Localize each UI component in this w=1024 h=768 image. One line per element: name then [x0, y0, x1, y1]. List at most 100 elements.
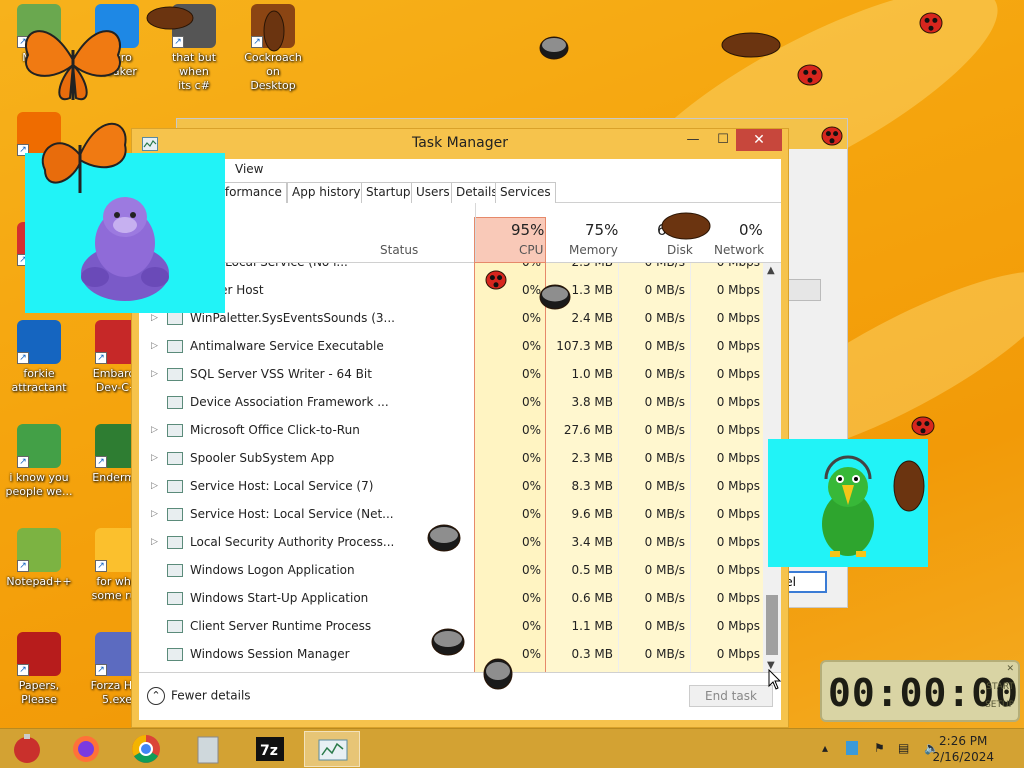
start-button[interactable] [0, 731, 56, 767]
app-icon: ↗ [17, 320, 61, 364]
desktop-icon-label: Cockroach on Desktop [244, 51, 302, 92]
table-row[interactable]: Device Association Framework ... 0% 3.8 MB… [139, 389, 763, 417]
table-row[interactable]: rovider Host 0% 1.3 MB 0 MB/s 0 Mbps [139, 277, 763, 305]
timer-display: 00:00:00 [828, 671, 1020, 715]
column-status[interactable]: Status [380, 243, 418, 257]
table-row[interactable]: ▷ WinPaletter.SysEventsSounds (3... 0% 2.4 … [139, 305, 763, 333]
expand-icon[interactable]: ▷ [151, 509, 158, 519]
tray-expand-icon[interactable]: ▴ [822, 741, 828, 755]
process-mem-value: 2.4 MB [571, 311, 613, 325]
process-name: Service Host: Local Service (7) [190, 479, 374, 493]
process-disk-value: 0 MB/s [644, 507, 685, 521]
shortcut-arrow-icon: ↗ [17, 352, 29, 364]
process-mem-value: 2.3 MB [571, 451, 613, 465]
process-cpu-value: 0% [521, 339, 541, 353]
process-mem-value: 27.6 MB [563, 423, 613, 437]
shortcut-arrow-icon: ↗ [95, 664, 107, 676]
shortcut-arrow-icon: ↗ [95, 456, 107, 468]
expand-icon[interactable]: ▷ [151, 313, 158, 323]
expand-icon[interactable]: ▷ [151, 481, 158, 491]
column-memory[interactable]: Memory [569, 243, 618, 257]
shortcut-arrow-icon: ↗ [95, 560, 107, 572]
column-cpu[interactable]: CPU [519, 243, 543, 257]
7zip-taskbar-button[interactable]: 7z [242, 731, 298, 767]
tab-users[interactable]: Users [411, 182, 455, 203]
firefox-taskbar-button[interactable] [58, 731, 114, 767]
table-row[interactable]: ▷ Service Host: Local Service (7) 0% 8.3 MB… [139, 473, 763, 501]
scrollbar-thumb[interactable] [766, 595, 778, 655]
process-net-value: 0 Mbps [690, 263, 760, 269]
process-name: SQL Server VSS Writer - 64 Bit [190, 367, 372, 381]
process-mem-value: 0.6 MB [571, 591, 613, 605]
tab-app-history[interactable]: App history [287, 182, 366, 203]
process-icon [167, 480, 183, 493]
table-row[interactable]: Host: Local Service (No l...0%2.5 MB0 MB… [139, 263, 763, 277]
process-mem-value: 2.5 MB [546, 263, 613, 269]
tab-services[interactable]: Services [495, 182, 556, 203]
tab-startup[interactable]: Startup [361, 182, 416, 203]
table-row[interactable]: ▷ SQL Server VSS Writer - 64 Bit 0% 1.0 MB 0… [139, 361, 763, 389]
table-row[interactable]: ▷ Antimalware Service Executable 0% 107.3 M… [139, 333, 763, 361]
timer-start-button[interactable]: START [986, 682, 1014, 692]
column-disk[interactable]: Disk [667, 243, 693, 257]
ladybug-icon [821, 126, 843, 146]
shortcut-arrow-icon: ↗ [17, 456, 29, 468]
process-mem-value: 3.8 MB [571, 395, 613, 409]
shortcut-arrow-icon: ↗ [172, 36, 184, 48]
tray-app-icon[interactable] [846, 741, 858, 755]
table-row[interactable]: Windows Start-Up Application 0% 0.6 MB 0 MB… [139, 585, 763, 613]
countdown-timer[interactable]: 00:00:00 ✕ START SETUP [820, 660, 1020, 722]
system-clock[interactable]: 2:26 PM 2/16/2024 [932, 733, 994, 765]
app-icon: ↗ [17, 528, 61, 572]
process-cpu-value: 0% [521, 367, 541, 381]
footer: ⌃ Fewer details End task [139, 672, 781, 720]
expand-icon[interactable]: ▷ [151, 453, 158, 463]
process-icon [167, 648, 183, 661]
fewer-details-link[interactable]: ⌃ Fewer details [147, 687, 251, 705]
process-cpu-value: 0% [521, 479, 541, 493]
expand-icon[interactable]: ▷ [151, 537, 158, 547]
end-task-button[interactable]: End task [689, 685, 773, 707]
tab-performance[interactable]: rformance [215, 182, 287, 203]
scroll-up-icon[interactable]: ▲ [767, 265, 775, 276]
fly-icon [483, 658, 513, 690]
mouse-cursor-icon [768, 669, 782, 690]
desktop-icon[interactable]: ↗ Notepad++ [2, 528, 76, 589]
process-net-value: 0 Mbps [716, 535, 760, 549]
maximize-button[interactable]: ☐ [708, 129, 738, 151]
task-manager-taskbar-button[interactable] [304, 731, 360, 767]
memory-percent: 75% [585, 221, 619, 239]
process-cpu-value: 0% [521, 311, 541, 325]
expand-icon[interactable]: ▷ [151, 425, 158, 435]
desktop-icon[interactable]: ↗ i know you people we... [2, 424, 76, 499]
minimize-button[interactable]: — [678, 129, 708, 151]
timer-setup-button[interactable]: SETUP [985, 700, 1014, 710]
table-row[interactable]: ▷ Microsoft Office Click-to-Run 0% 27.6 MB 0… [139, 417, 763, 445]
menu-view[interactable]: View [235, 162, 263, 176]
close-button[interactable]: ✕ [736, 129, 782, 151]
expand-icon[interactable]: ▷ [151, 369, 158, 379]
process-disk-value: 0 MB/s [644, 395, 685, 409]
process-disk-value: 0 MB/s [644, 619, 685, 633]
chrome-taskbar-button[interactable] [118, 731, 174, 767]
desktop-icon[interactable]: ↗ forkie attractant [2, 320, 76, 395]
table-row[interactable]: ▷ Spooler SubSystem App 0% 2.3 MB 0 MB/s 0 Mb… [139, 445, 763, 473]
table-row[interactable]: Windows Logon Application 0% 0.5 MB 0 MB/s 0… [139, 557, 763, 585]
process-icon [167, 508, 183, 521]
column-network[interactable]: Network [714, 243, 764, 257]
titlebar: Task Manager — ☐ ✕ [132, 129, 788, 159]
timer-close-icon[interactable]: ✕ [1006, 664, 1014, 674]
cockroach-icon [661, 212, 711, 240]
process-name: Microsoft Office Click-to-Run [190, 423, 360, 437]
process-mem-value: 1.0 MB [571, 367, 613, 381]
desktop-icon[interactable]: ↗ Papers, Please [2, 632, 76, 707]
expand-icon[interactable]: ▷ [151, 341, 158, 351]
fewer-details-label: Fewer details [171, 688, 251, 703]
cockroach-icon [721, 32, 781, 58]
process-cpu-value: 0% [521, 423, 541, 437]
recycle-taskbar-button[interactable] [180, 731, 236, 767]
action-center-flag-icon[interactable]: ⚑ [874, 741, 885, 755]
desktop-icon-label: i know you people we... [5, 471, 73, 498]
process-icon [167, 452, 183, 465]
network-icon[interactable]: ▤ [898, 741, 909, 755]
